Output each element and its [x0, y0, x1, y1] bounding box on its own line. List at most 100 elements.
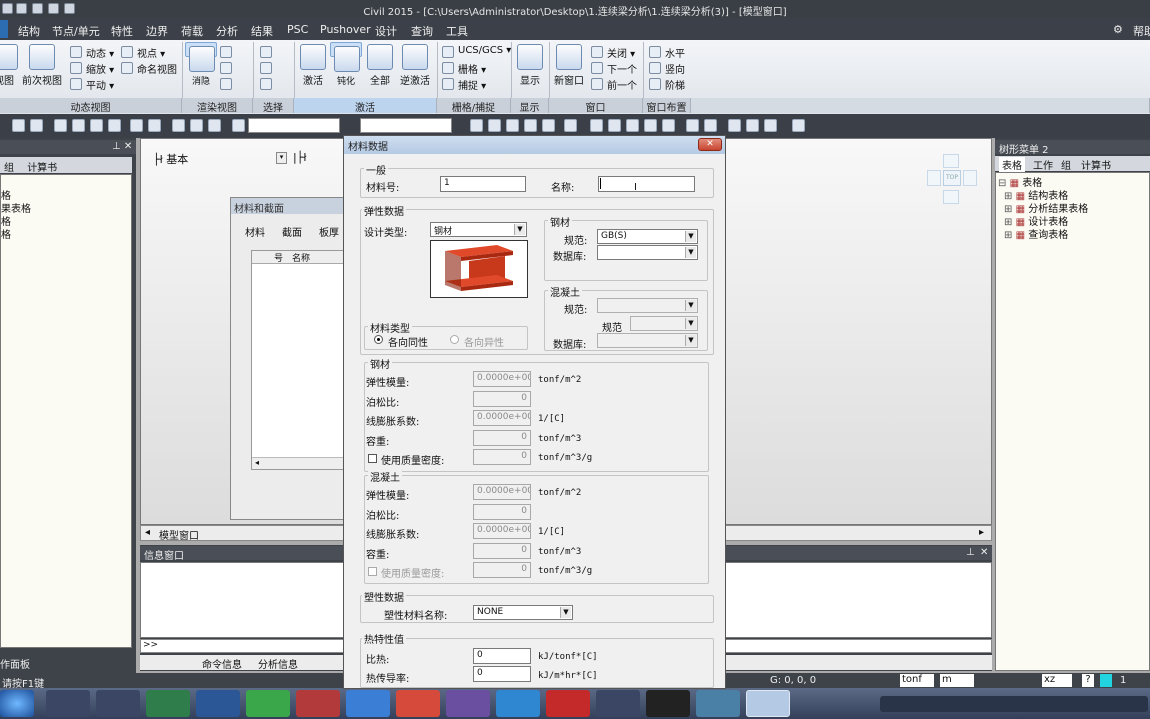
toolbar-pointer-icon[interactable]: [232, 119, 245, 132]
folder-icon[interactable]: [696, 690, 740, 717]
steel_props-prop-input[interactable]: 0.0000e+000: [473, 371, 531, 387]
concrete-code-select[interactable]: ▼: [597, 298, 698, 313]
toolbar-lock-icon[interactable]: [764, 119, 777, 132]
steel_props-prop-input[interactable]: 0: [473, 429, 531, 446]
previous-view-button[interactable]: 前次视图: [20, 42, 64, 96]
start-button[interactable]: [0, 690, 34, 717]
tile-horizontal-button[interactable]: 水平: [649, 45, 685, 60]
close-icon[interactable]: ✕: [124, 141, 132, 152]
concrete_props-prop-input[interactable]: 0: [473, 503, 531, 520]
writer-icon[interactable]: [346, 690, 390, 717]
paint-icon[interactable]: [446, 690, 490, 717]
material-name-input[interactable]: [598, 176, 695, 192]
color-indicator[interactable]: [1100, 674, 1112, 687]
view-button[interactable]: 视图: [0, 42, 18, 96]
close-window-button[interactable]: 关闭 ▾: [591, 45, 635, 60]
menu-design[interactable]: 设计: [375, 23, 397, 39]
ucs-gcs-button[interactable]: UCS/GCS ▾: [442, 45, 511, 60]
pin-icon[interactable]: ⊥: [966, 547, 975, 558]
steel-database-select[interactable]: ▼: [597, 245, 698, 260]
concrete-database-select[interactable]: ▼: [597, 333, 698, 348]
toolbar-select-icon[interactable]: [54, 119, 67, 132]
deactivate-button[interactable]: 钝化: [330, 42, 362, 87]
toolbar-element-number-icon[interactable]: [704, 119, 717, 132]
menu-pushover[interactable]: Pushover: [320, 23, 371, 36]
plane-select[interactable]: xz: [1042, 674, 1072, 687]
close-icon[interactable]: ✕: [980, 547, 988, 558]
concrete_props-prop-input[interactable]: 0: [473, 542, 531, 559]
render-light-icon[interactable]: [220, 61, 236, 76]
toolbar-side-view-icon[interactable]: [506, 119, 519, 132]
dynamic-button[interactable]: 动态 ▾: [70, 45, 114, 60]
concrete_props-prop-input[interactable]: 0.0000e+000: [473, 484, 531, 500]
help-menu[interactable]: 帮助: [1133, 23, 1150, 39]
steel_props-prop-input[interactable]: 0: [473, 449, 531, 465]
clover-icon[interactable]: [96, 690, 140, 717]
named-view-button[interactable]: 命名视图: [121, 61, 177, 76]
system-tray[interactable]: [880, 696, 1148, 712]
concrete_props-prop-input[interactable]: 0: [473, 562, 531, 578]
left-tab-group[interactable]: 组: [4, 163, 14, 174]
autocad-icon[interactable]: [296, 690, 340, 717]
activate-all-button[interactable]: 全部: [365, 42, 395, 96]
toolbar-clear-icon[interactable]: [208, 119, 221, 132]
toolbar-unselect-icon[interactable]: [172, 119, 185, 132]
toolbar-redraw-icon[interactable]: [564, 119, 577, 132]
menu-property[interactable]: 特性: [111, 23, 133, 39]
presentation-icon[interactable]: [396, 690, 440, 717]
menu-boundary[interactable]: 边界: [146, 23, 168, 39]
plastic-material-select[interactable]: NONE ▼: [473, 605, 573, 620]
toolbar-iso-view-icon[interactable]: [524, 119, 537, 132]
thermal-conductivity-input[interactable]: 0: [473, 666, 531, 682]
tab-thickness[interactable]: 板厚: [319, 224, 339, 239]
tree-tab-group[interactable]: 组: [1061, 157, 1071, 172]
inverse-activate-button[interactable]: 逆激活: [398, 42, 432, 96]
toolbar-query-icon[interactable]: [130, 119, 143, 132]
viewpoint-button[interactable]: 视点 ▾: [121, 45, 165, 60]
axes-toggle-icon[interactable]: |├ł: [293, 151, 306, 164]
toolbar-node-icon[interactable]: [30, 119, 43, 132]
isotropic-radio[interactable]: [374, 335, 383, 344]
zoom-button[interactable]: 缩放 ▾: [70, 61, 114, 76]
menu-psc[interactable]: PSC: [287, 23, 308, 36]
menu-query[interactable]: 查询: [411, 23, 433, 39]
model-window-tab[interactable]: 模型窗口: [159, 527, 199, 542]
tab-scroll-right-icon[interactable]: ▸: [979, 527, 984, 538]
toolbar-grid-dots-icon[interactable]: [792, 119, 805, 132]
baidu-icon[interactable]: [596, 690, 640, 717]
concrete_props-use-mass-density-checkbox[interactable]: [368, 567, 377, 576]
toolbar-shrink-icon[interactable]: [728, 119, 741, 132]
display-button[interactable]: 显示: [514, 42, 546, 96]
render-shade-icon[interactable]: [220, 45, 236, 60]
toolbar-hidden-icon[interactable]: [746, 119, 759, 132]
prev-window-button[interactable]: 前一个: [591, 77, 637, 92]
civil-app-taskbar-icon[interactable]: [746, 690, 790, 717]
toolbar-zoom-fit-icon[interactable]: [590, 119, 603, 132]
toolbar-filter-combo[interactable]: [360, 118, 452, 133]
toolbar-polygon-icon[interactable]: [90, 119, 103, 132]
toolbar-camera-icon[interactable]: [542, 119, 555, 132]
pin-icon[interactable]: ⊥: [112, 141, 121, 152]
select-polygon-icon[interactable]: [260, 77, 284, 92]
menu-structure[interactable]: 结构: [18, 23, 40, 39]
toolbar-select-all-icon[interactable]: [148, 119, 161, 132]
toolbar-front-view-icon[interactable]: [470, 119, 483, 132]
steel-code-select[interactable]: GB(S) ▼: [597, 229, 698, 244]
specific-heat-input[interactable]: 0: [473, 648, 531, 664]
tile-vertical-button[interactable]: 竖向: [649, 61, 685, 76]
tree-tab-tables[interactable]: 表格: [999, 157, 1025, 172]
select-pointer-icon[interactable]: [260, 45, 284, 60]
concrete-code2-select[interactable]: ▼: [630, 316, 698, 331]
view-dropdown[interactable]: ▾: [276, 152, 287, 164]
toolbar-selection-combo[interactable]: [248, 118, 340, 133]
length-unit-select[interactable]: m: [940, 674, 974, 687]
help-button[interactable]: ?: [1082, 674, 1094, 687]
tree-tab-calc[interactable]: 计算书: [1081, 157, 1111, 172]
steel_props-prop-input[interactable]: 0: [473, 390, 531, 407]
word-icon[interactable]: [196, 690, 240, 717]
ie-browser-icon[interactable]: [496, 690, 540, 717]
menu-node-element[interactable]: 节点/单元: [52, 23, 100, 39]
command-info-tab[interactable]: 命令信息: [202, 656, 242, 671]
toolbar-zoom-in-icon[interactable]: [626, 119, 639, 132]
material-id-input[interactable]: 1: [440, 176, 526, 192]
